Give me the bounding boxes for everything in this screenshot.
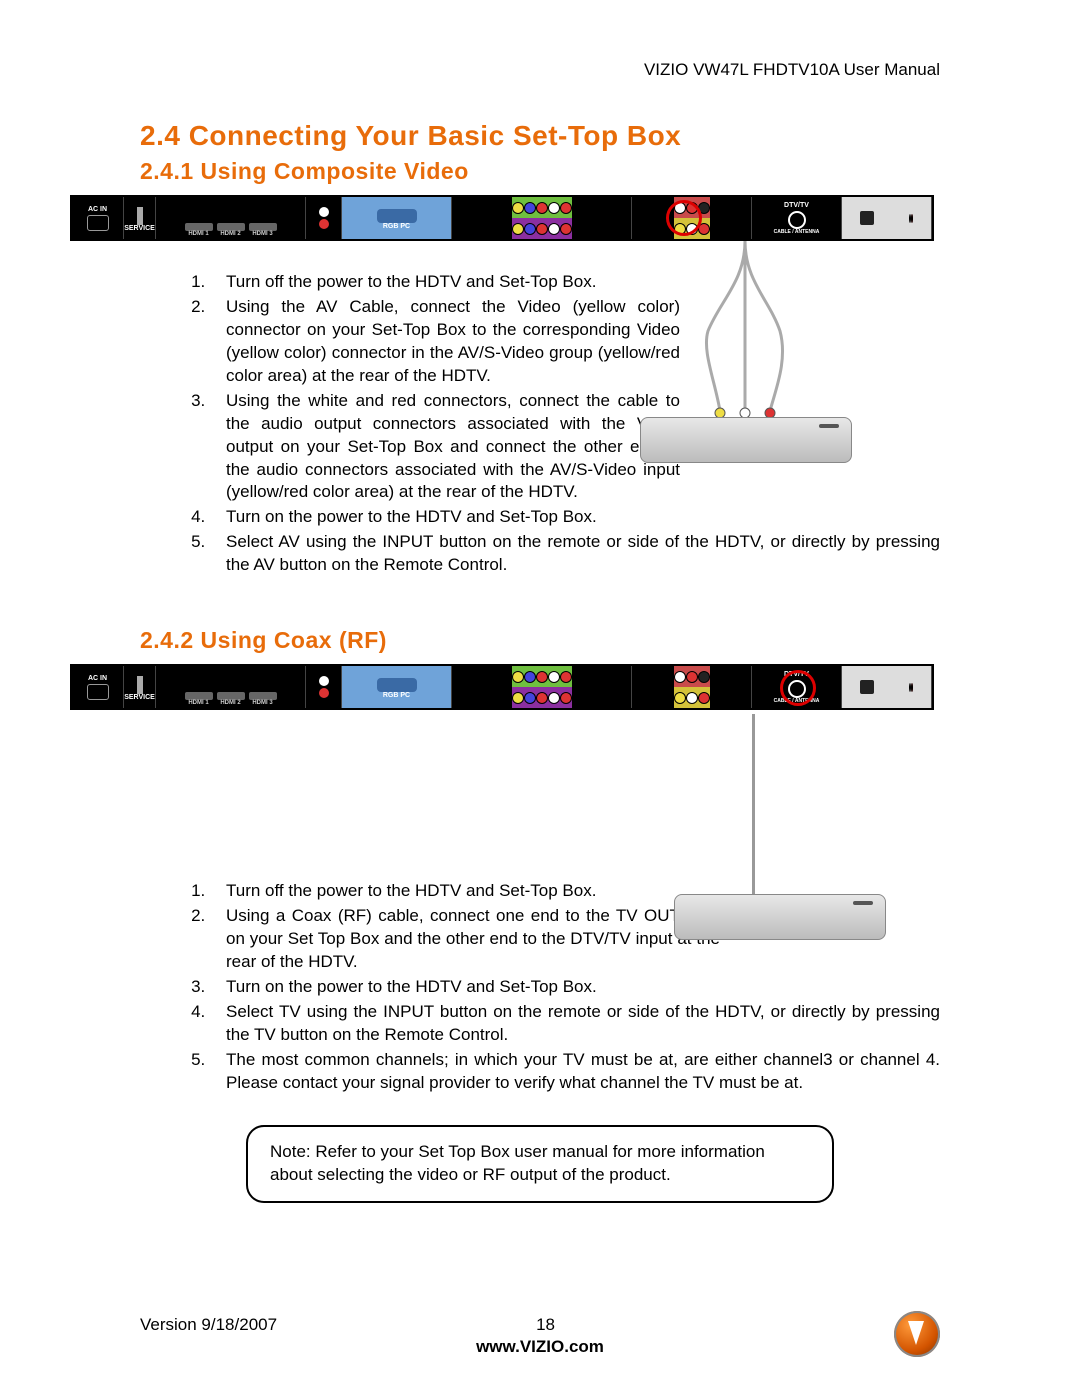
rear-panel-diagram-coax: AC IN SERVICE HDMI 1 HDMI 2 HDMI 3 RGB P… — [70, 664, 934, 710]
list-item: Select AV using the INPUT button on the … — [210, 531, 940, 577]
heading-2-4-1: 2.4.1 Using Composite Video — [140, 158, 940, 185]
version-text: Version 9/18/2007 — [140, 1315, 277, 1335]
dtv-tv-port: DTV/TVCABLE / ANTENNA — [752, 666, 842, 708]
note-box: Note: Refer to your Set Top Box user man… — [246, 1125, 834, 1203]
footer-url: www.VIZIO.com — [140, 1337, 940, 1357]
page-footer: Version 9/18/2007 18 www.VIZIO.com — [140, 1315, 940, 1357]
hdmi-ports: HDMI 1 HDMI 2 HDMI 3 — [156, 197, 306, 239]
page-number: 18 — [536, 1315, 555, 1335]
rear-panel-diagram-composite: AC IN SERVICE HDMI 1 HDMI 2 HDMI 3 RGB P… — [70, 195, 934, 241]
heading-2-4-2: 2.4.2 Using Coax (RF) — [140, 627, 940, 654]
heading-2-4: 2.4 Connecting Your Basic Set-Top Box — [140, 120, 940, 152]
set-top-box-icon — [640, 417, 852, 463]
ac-in-port: AC IN — [72, 197, 124, 239]
list-item: The most common channels; in which your … — [210, 1049, 940, 1095]
hdmi-audio-lr — [306, 197, 342, 239]
audio-out-ports — [842, 197, 932, 239]
component-ports — [452, 197, 632, 239]
list-item: Turn on the power to the HDTV and Set-To… — [210, 506, 940, 529]
set-top-box-icon — [674, 894, 886, 940]
list-item: Turn on the power to the HDTV and Set-To… — [210, 976, 940, 999]
list-item: Turn off the power to the HDTV and Set-T… — [210, 271, 940, 294]
page: VIZIO VW47L FHDTV10A User Manual 2.4 Con… — [0, 0, 1080, 1397]
av-svideo-ports — [632, 197, 752, 239]
service-port: SERVICE — [124, 197, 156, 239]
list-item: Using the AV Cable, connect the Video (y… — [210, 296, 940, 388]
list-item: Select TV using the INPUT button on the … — [210, 1001, 940, 1047]
document-title: VIZIO VW47L FHDTV10A User Manual — [140, 60, 940, 80]
rgb-pc-port: RGB PC — [342, 197, 452, 239]
vizio-logo-icon — [894, 1311, 940, 1357]
dtv-tv-port: DTV/TVCABLE / ANTENNA — [752, 197, 842, 239]
